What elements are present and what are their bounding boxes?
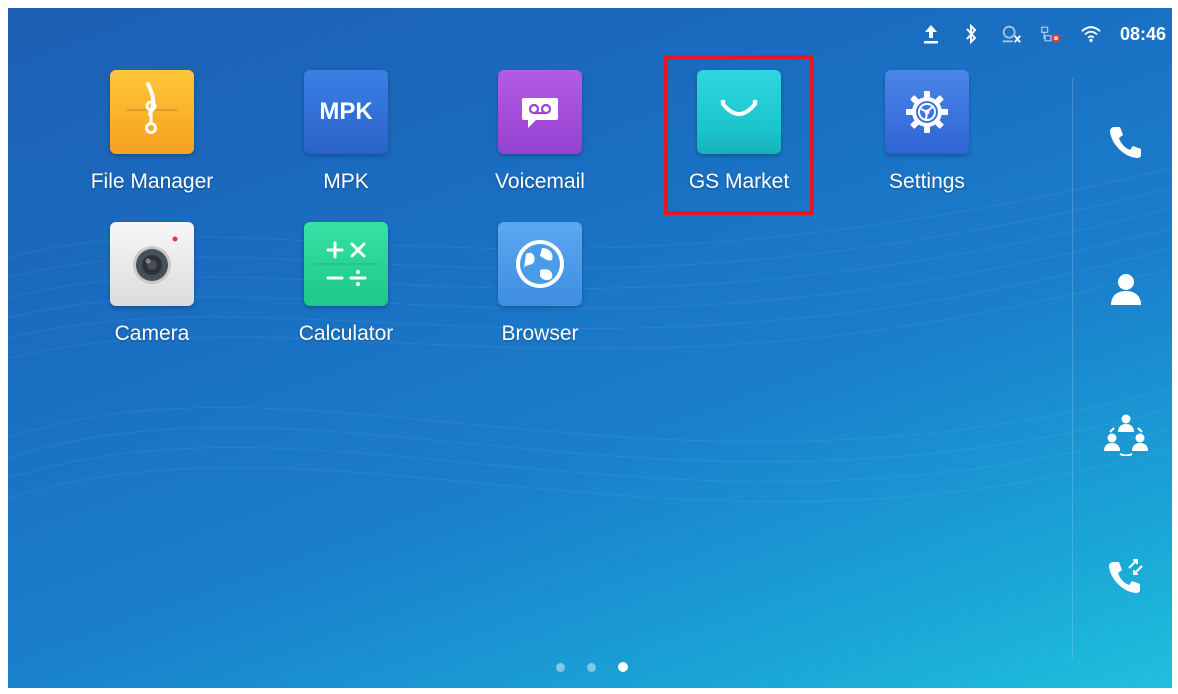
- call-transfer-button[interactable]: [1102, 552, 1150, 600]
- app-file-manager[interactable]: File Manager: [77, 70, 227, 194]
- voicemail-icon: [498, 70, 582, 154]
- conference-button[interactable]: [1102, 410, 1150, 458]
- calculator-icon: [304, 222, 388, 306]
- highlight-box: [664, 55, 814, 215]
- phone-button[interactable]: [1102, 118, 1150, 166]
- app-camera[interactable]: Camera: [77, 222, 227, 346]
- app-label: Camera: [114, 322, 190, 345]
- app-label: Settings: [889, 170, 965, 193]
- bluetooth-icon: [960, 23, 982, 45]
- file-manager-icon: [110, 70, 194, 154]
- browser-icon: [498, 222, 582, 306]
- page-dot-active[interactable]: [618, 662, 628, 672]
- clock: 08:46: [1119, 23, 1166, 44]
- app-label: MPK: [323, 170, 369, 193]
- app-label: Voicemail: [495, 170, 585, 193]
- app-browser[interactable]: Browser: [465, 222, 615, 346]
- app-label: File Manager: [90, 170, 214, 193]
- conference-icon: [1104, 414, 1148, 456]
- network-error-icon: [1040, 23, 1062, 45]
- settings-icon: [885, 70, 969, 154]
- page-dot[interactable]: [556, 662, 565, 672]
- page-indicator: [556, 662, 628, 672]
- phone-icon: [1110, 127, 1141, 158]
- camera-icon: [110, 222, 194, 306]
- contacts-button[interactable]: [1102, 265, 1150, 313]
- call-transfer-icon: [1109, 559, 1143, 593]
- status-bar: 08:46: [920, 8, 1172, 60]
- app-mpk[interactable]: MPK MPK: [271, 70, 421, 194]
- app-label: Calculator: [298, 322, 394, 345]
- wifi-icon: [1080, 23, 1102, 45]
- app-calculator[interactable]: Calculator: [271, 222, 421, 346]
- app-settings[interactable]: Settings: [852, 70, 1002, 194]
- upload-icon: [920, 23, 942, 45]
- account-off-icon: [1000, 23, 1022, 45]
- app-label: Browser: [501, 322, 579, 345]
- app-voicemail[interactable]: Voicemail: [465, 70, 615, 194]
- mpk-icon: MPK: [304, 70, 388, 154]
- page-dot[interactable]: [587, 662, 596, 672]
- sidebar-divider: [1072, 78, 1073, 658]
- home-screen: 08:46 File Manager MPK MPK Voicemail GS …: [8, 8, 1172, 688]
- contacts-icon: [1111, 274, 1141, 305]
- mpk-icon-text: MPK: [319, 98, 373, 125]
